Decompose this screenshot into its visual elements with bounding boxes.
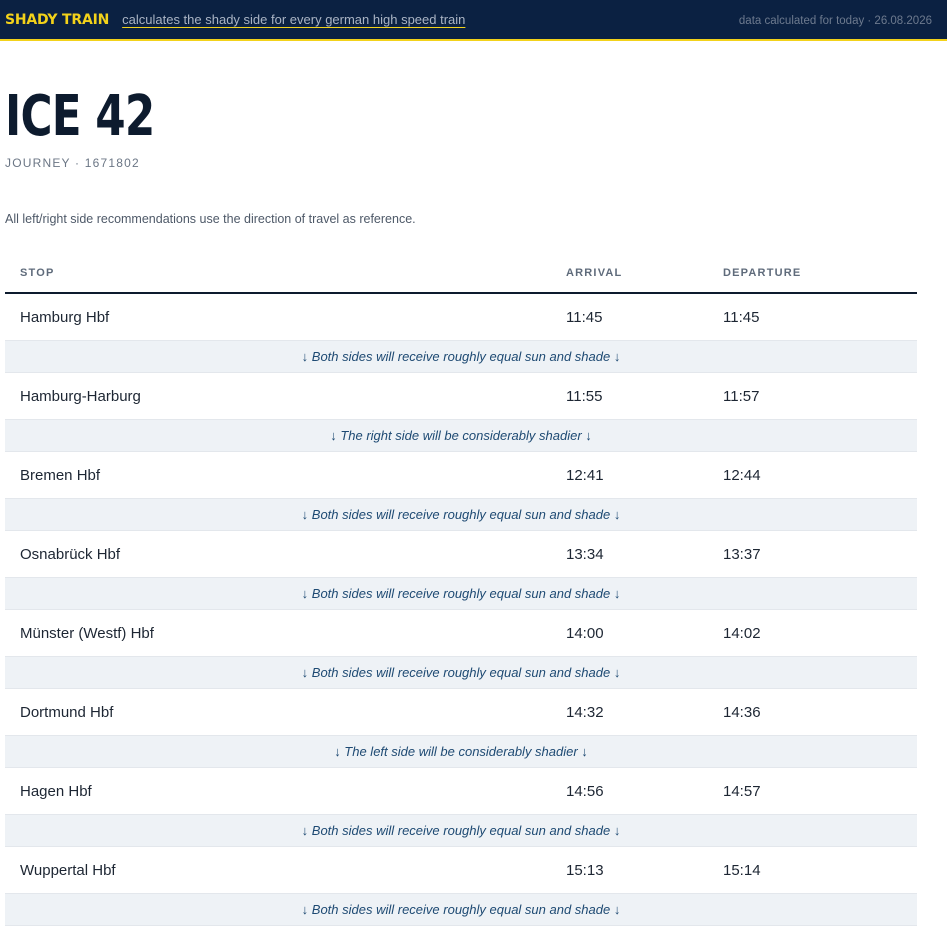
departure-time: 14:57 [723,782,761,800]
direction-note: All left/right side recommendations use … [5,212,416,226]
train-hero: ICE 42 JOURNEY · 1671802 [0,41,947,171]
table-row: Hagen Hbf 14:56 14:57 [5,768,917,815]
departure-time: 11:45 [723,308,760,326]
arrival-time: 11:55 [566,387,603,405]
table-row: Hamburg-Harburg 11:55 11:57 [5,373,917,420]
brand-logo[interactable]: SHADY TRAIN [5,12,109,28]
column-header-departure: DEPARTURE [723,267,802,279]
shade-recommendation: ↓ Both sides will receive roughly equal … [5,341,917,373]
arrival-time: 14:32 [566,703,604,721]
column-header-stop: STOP [20,267,55,279]
shade-recommendation: ↓ The left side will be considerably sha… [5,736,917,768]
table-row: Wuppertal Hbf 15:13 15:14 [5,847,917,894]
stop-name: Wuppertal Hbf [20,861,116,879]
shade-recommendation: ↓ Both sides will receive roughly equal … [5,657,917,689]
arrival-time: 15:13 [566,861,604,879]
table-row: Dortmund Hbf 14:32 14:36 [5,689,917,736]
stop-name: Hagen Hbf [20,782,92,800]
column-header-arrival: ARRIVAL [566,267,623,279]
arrival-time: 14:56 [566,782,604,800]
table-row: Hamburg Hbf 11:45 11:45 [5,294,917,341]
departure-time: 14:36 [723,703,761,721]
arrival-time: 14:00 [566,624,604,642]
departure-time: 12:44 [723,466,761,484]
departure-time: 14:02 [723,624,761,642]
shade-recommendation: ↓ Both sides will receive roughly equal … [5,578,917,610]
shade-recommendation: ↓ Both sides will receive roughly equal … [5,499,917,531]
stop-name: Bremen Hbf [20,466,101,484]
top-bar: SHADY TRAIN calculates the shady side fo… [0,0,947,41]
tagline-link[interactable]: calculates the shady side for every germ… [122,12,465,27]
table-row: Bremen Hbf 12:41 12:44 [5,452,917,499]
stop-name: Dortmund Hbf [20,703,114,721]
table-row: Münster (Westf) Hbf 14:00 14:02 [5,610,917,657]
arrival-time: 11:45 [566,308,603,326]
arrival-time: 13:34 [566,545,604,563]
shade-recommendation: ↓ The right side will be considerably sh… [5,420,917,452]
stop-name: Hamburg Hbf [20,308,110,326]
stop-name: Münster (Westf) Hbf [20,624,154,642]
table-body: Hamburg Hbf 11:45 11:45 ↓ Both sides will r… [5,294,917,926]
table-header: STOP ARRIVAL DEPARTURE [5,254,917,294]
table-row: Osnabrück Hbf 13:34 13:37 [5,531,917,578]
journey-id: JOURNEY · 1671802 [5,156,140,170]
departure-time: 11:57 [723,387,760,405]
departure-time: 15:14 [723,861,761,879]
stop-name: Hamburg-Harburg [20,387,141,405]
data-date-info: data calculated for today · 26.08.2026 [738,15,932,27]
stop-name: Osnabrück Hbf [20,545,121,563]
train-title: ICE 42 [5,84,155,149]
arrival-time: 12:41 [566,466,604,484]
departure-time: 13:37 [723,545,761,563]
shade-recommendation: ↓ Both sides will receive roughly equal … [5,894,917,926]
shade-recommendation: ↓ Both sides will receive roughly equal … [5,815,917,847]
schedule-table: STOP ARRIVAL DEPARTURE Hamburg Hbf 11:45 1… [5,254,917,926]
